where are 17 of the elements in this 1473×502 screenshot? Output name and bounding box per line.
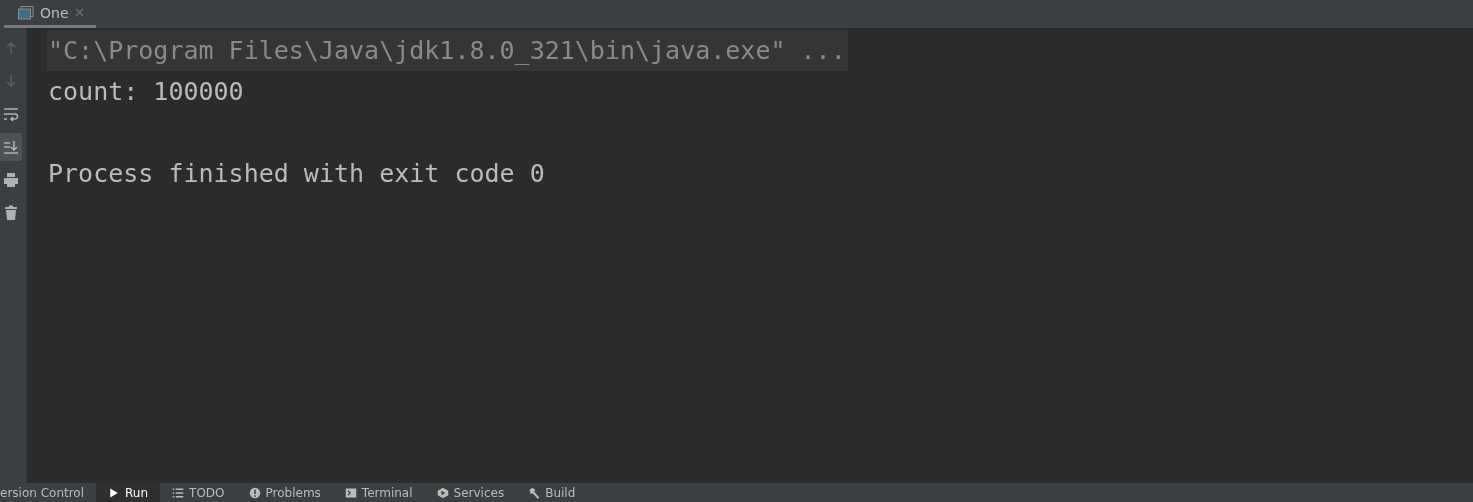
scroll-to-end-icon[interactable] — [0, 133, 22, 161]
exclamation-icon — [248, 486, 261, 499]
console-output-line: count: 100000 — [47, 76, 245, 108]
console-output-line: Process finished with exit code 0 — [47, 158, 546, 190]
tool-window-tab[interactable]: Terminal — [332, 483, 425, 502]
tool-window-tab[interactable]: Services — [424, 483, 517, 502]
hexagon-play-icon — [436, 486, 449, 499]
tool-window-tab[interactable]: ersion Control — [0, 483, 97, 502]
tool-window-tab[interactable]: Problems — [236, 483, 333, 502]
close-icon[interactable] — [74, 8, 84, 17]
tool-window-tab[interactable]: TODO — [160, 483, 237, 502]
console-window-icon — [18, 5, 34, 20]
terminal-icon — [344, 486, 357, 499]
list-icon — [172, 486, 185, 499]
tool-window-tab[interactable]: Build — [516, 483, 588, 502]
tool-window-tab[interactable]: Run — [96, 483, 161, 502]
hammer-icon — [528, 486, 541, 499]
